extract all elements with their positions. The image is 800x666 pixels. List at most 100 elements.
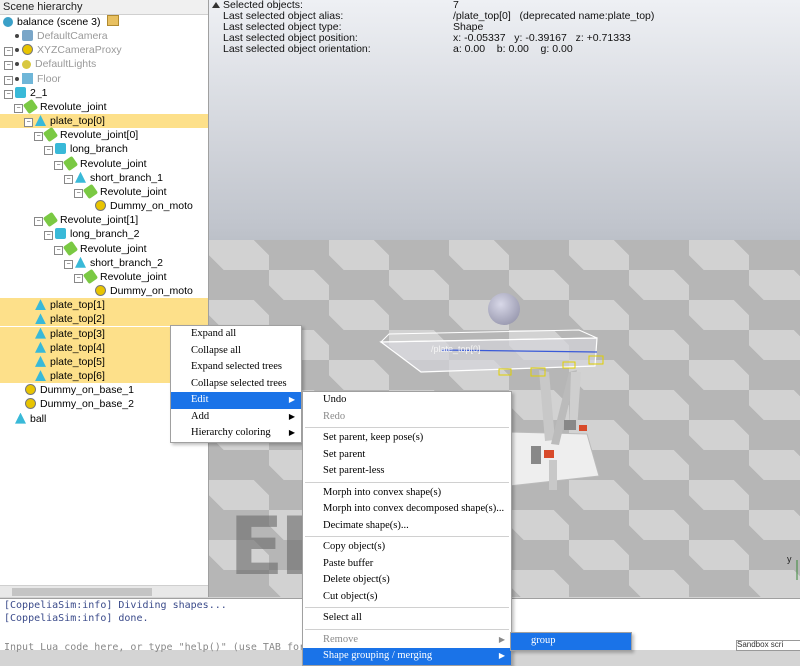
hierarchy-item[interactable]: − XYZCameraProxy [0,43,208,57]
hierarchy-item[interactable]: − 2_1 [0,86,208,100]
expand-toggle-icon[interactable]: − [64,174,73,184]
shape-icon [35,355,46,367]
expand-toggle-icon[interactable]: − [34,132,43,142]
hierarchy-item[interactable]: −plate_top[1] [0,298,208,313]
hierarchy-item[interactable]: − long_branch [0,142,208,156]
expand-toggle-icon[interactable]: − [4,47,13,57]
edit-menu-item[interactable]: Set parent, keep pose(s) [303,430,511,447]
context-menu-item[interactable]: Collapse all [171,343,301,360]
edit-menu-item[interactable]: Remove ▶ [303,632,511,649]
expand-toggle-icon[interactable]: − [14,103,23,113]
menu-item-label: Hierarchy coloring [191,427,271,438]
context-menu-item[interactable]: Hierarchy coloring ▶ [171,425,301,442]
dummy-icon [95,200,106,212]
edit-menu-item[interactable]: Morph into convex decomposed shape(s)... [303,501,511,518]
expand-toggle-icon[interactable]: − [74,273,83,283]
edit-menu-item[interactable]: Decimate shape(s)... [303,518,511,535]
expand-toggle-icon[interactable]: − [24,118,33,128]
hierarchy-item-label: long_branch_2 [70,228,140,241]
context-menu-item[interactable]: Expand all [171,326,301,343]
hierarchy-item[interactable]: − Revolute_joint [0,268,208,285]
scene-hierarchy-panel: Scene hierarchy balance (scene 3) −Defau… [0,0,209,597]
menu-item-label: Shape grouping / merging [323,650,433,661]
visibility-dot-icon [15,62,19,67]
hierarchy-item[interactable]: − DefaultLights [0,57,208,71]
hierarchy-item-label: plate_top[0] [50,115,105,128]
expand-toggle-icon[interactable]: − [34,217,43,227]
hierarchy-item[interactable]: − Revolute_joint [0,155,208,171]
hierarchy-item[interactable]: − Revolute_joint [0,98,208,115]
menu-item-label: Delete object(s) [323,574,390,585]
context-menu-item[interactable]: Expand selected trees [171,359,301,376]
edit-menu-item[interactable]: Cut object(s) [303,589,511,606]
context-menu-item[interactable]: Edit ▶ [171,392,301,409]
hierarchy-item-label: Dummy_on_moto [110,200,193,213]
expand-toggle-icon[interactable]: − [54,160,63,170]
expand-toggle-icon[interactable]: − [4,75,13,85]
edit-menu-item[interactable]: Set parent [303,447,511,464]
submenu-arrow-icon: ▶ [288,411,295,421]
hierarchy-horizontal-scrollbar[interactable] [0,585,208,597]
hierarchy-item[interactable]: − long_branch_2 [0,227,208,241]
hierarchy-item[interactable]: − Revolute_joint[0] [0,127,208,143]
hierarchy-item-label: plate_top[4] [50,341,105,354]
hierarchy-context-menu: Expand all Collapse all Expand selected tr… [170,325,302,443]
menu-item-label: Paste buffer [323,557,374,569]
menu-item-label: Morph into convex decomposed shape(s)... [323,503,505,514]
grouping-menu-item[interactable]: group [511,633,631,650]
edit-menu-item[interactable]: Select all [303,610,511,627]
hierarchy-item[interactable]: − Revolute_joint [0,240,208,256]
hierarchy-item[interactable]: −DefaultCamera [0,29,208,43]
hierarchy-item[interactable]: −Dummy_on_moto [0,199,208,213]
edit-menu-item[interactable]: Copy object(s) [303,539,511,556]
menu-item-label: Redo [323,410,346,422]
hierarchy-item-label: Revolute_joint [80,157,147,170]
expand-toggle-icon[interactable]: − [44,146,53,156]
motor-red-2 [579,425,587,431]
edit-menu-item[interactable]: Shape grouping / merging ▶ [303,648,511,665]
joint-icon [82,268,99,285]
motor-2 [531,446,541,464]
hierarchy-item[interactable]: − Floor [0,72,208,86]
hierarchy-item[interactable]: − short_branch_1 [0,171,208,185]
hierarchy-item-label: plate_top[3] [50,327,105,340]
hierarchy-item[interactable]: − Revolute_joint [0,183,208,200]
hierarchy-item[interactable]: − Revolute_joint[1] [0,212,208,228]
visibility-dot-icon [15,34,19,38]
edit-menu-item[interactable]: Delete object(s) [303,572,511,589]
hierarchy-item-label: short_branch_2 [90,256,163,269]
hierarchy-item-label: plate_top[6] [50,370,105,383]
joint-icon [22,98,39,115]
edit-menu-item[interactable]: Paste buffer [303,556,511,573]
expand-toggle-icon[interactable]: − [4,61,13,71]
scrollbar-thumb[interactable] [12,588,152,596]
context-menu-item[interactable]: Collapse selected trees [171,376,301,393]
camera-icon [22,30,33,41]
scene-root-row[interactable]: balance (scene 3) [0,15,208,29]
expand-toggle-icon[interactable]: − [44,231,53,241]
submenu-arrow-icon: ▶ [288,395,295,404]
hierarchy-item-label: Dummy_on_base_2 [40,398,134,411]
edit-menu-item[interactable]: Morph into convex shape(s) [303,485,511,502]
grouping-submenu: group [510,632,632,651]
submenu-arrow-icon: ▶ [498,651,505,660]
menu-item-label: Edit [191,394,209,405]
edit-menu-item[interactable]: Set parent-less [303,463,511,480]
hierarchy-item[interactable]: − plate_top[0] [0,114,208,129]
folder-icon[interactable] [107,15,120,26]
expand-toggle-icon[interactable]: − [4,89,13,99]
shape-icon [35,327,46,339]
hierarchy-item[interactable]: − short_branch_2 [0,256,208,270]
expand-toggle-icon[interactable]: − [74,188,83,198]
top-plate[interactable] [379,337,598,373]
motor-1 [564,420,576,430]
hierarchy-item[interactable]: −Dummy_on_moto [0,284,208,298]
expand-toggle-icon[interactable]: − [64,259,73,269]
hierarchy-item-label: Dummy_on_moto [110,285,193,298]
expand-toggle-icon[interactable]: − [54,245,63,255]
context-menu-item[interactable]: Add ▶ [171,409,301,426]
visibility-dot-icon [15,76,19,81]
hierarchy-item-label: plate_top[5] [50,355,105,368]
edit-menu-item[interactable]: Redo [303,409,511,426]
edit-menu-item[interactable]: Undo [303,392,511,409]
